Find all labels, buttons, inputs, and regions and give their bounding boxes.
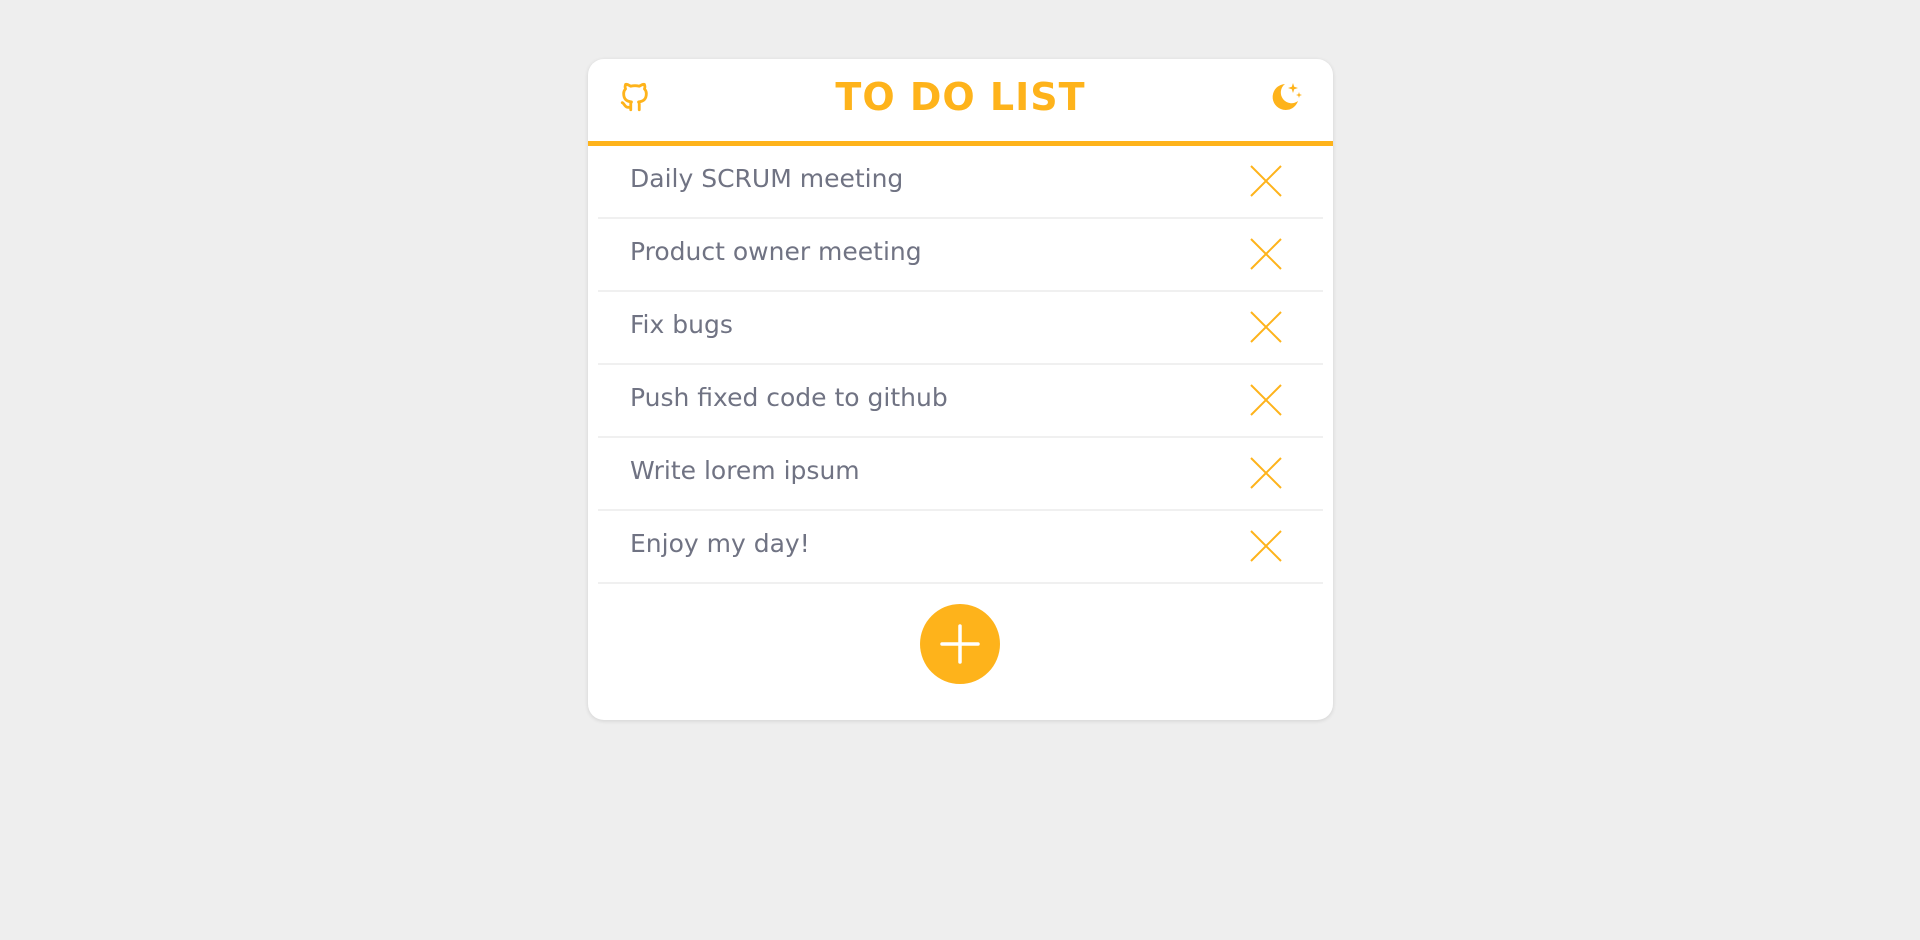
- todo-list: Daily SCRUM meeting Product owner meeting…: [598, 146, 1323, 584]
- todo-label: Push fixed code to github: [630, 383, 948, 412]
- close-icon[interactable]: [1249, 383, 1283, 417]
- close-icon[interactable]: [1249, 529, 1283, 563]
- add-todo-button[interactable]: [920, 604, 1000, 684]
- list-item[interactable]: Push fixed code to github: [598, 365, 1323, 438]
- todo-header: TO DO LIST: [588, 59, 1333, 146]
- todo-label: Write lorem ipsum: [630, 456, 860, 485]
- list-item[interactable]: Fix bugs: [598, 292, 1323, 365]
- close-icon[interactable]: [1249, 237, 1283, 271]
- list-item[interactable]: Product owner meeting: [598, 219, 1323, 292]
- moon-icon[interactable]: [1267, 79, 1303, 115]
- todo-label: Fix bugs: [630, 310, 733, 339]
- close-icon[interactable]: [1249, 310, 1283, 344]
- list-item[interactable]: Enjoy my day!: [598, 511, 1323, 584]
- plus-icon: [940, 624, 980, 664]
- todo-card: TO DO LIST Daily SCRUM meeting Product ow…: [588, 59, 1333, 720]
- close-icon[interactable]: [1249, 456, 1283, 490]
- todo-label: Product owner meeting: [630, 237, 922, 266]
- list-item[interactable]: Daily SCRUM meeting: [598, 146, 1323, 219]
- page-title: TO DO LIST: [835, 75, 1086, 119]
- close-icon[interactable]: [1249, 164, 1283, 198]
- todo-label: Enjoy my day!: [630, 529, 810, 558]
- list-item[interactable]: Write lorem ipsum: [598, 438, 1323, 511]
- todo-label: Daily SCRUM meeting: [630, 164, 904, 193]
